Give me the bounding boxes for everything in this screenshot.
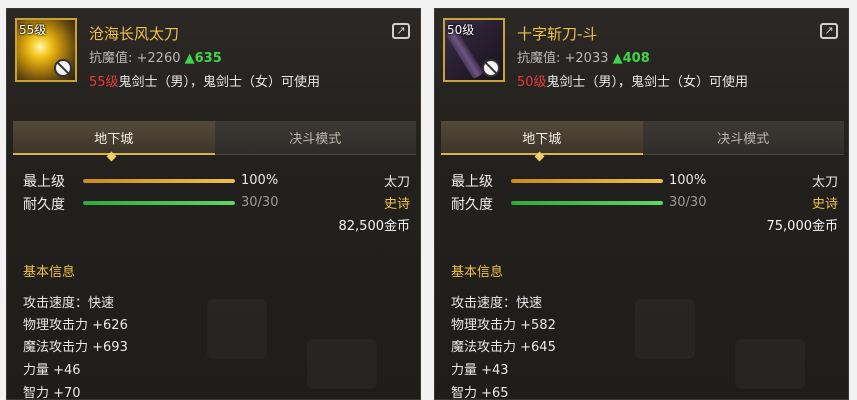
info-line: 攻击速度：快速 bbox=[23, 296, 115, 311]
item-icon: 50级 bbox=[443, 18, 505, 82]
price: 82,500金币 bbox=[338, 219, 411, 234]
max-level-bar-fill bbox=[511, 179, 663, 183]
bg-texture bbox=[207, 299, 267, 359]
usable-by: 55级鬼剑士（男），鬼剑士（女）可使用 bbox=[89, 71, 320, 90]
item-tooltip-right: 50级 十字斩刀-斗 抗魔值: +2033 ▲408 50级鬼剑士（男），鬼剑士… bbox=[434, 8, 849, 400]
no-entry-icon bbox=[482, 59, 500, 77]
rarity: 史诗 bbox=[811, 197, 838, 212]
resist-increase: ▲635 bbox=[184, 51, 222, 66]
durability-value: 30/30 bbox=[669, 195, 707, 210]
durability-bar bbox=[83, 201, 235, 205]
durability-bar bbox=[511, 201, 663, 205]
level-badge: 55级 bbox=[19, 23, 47, 37]
durability-label: 耐久度 bbox=[451, 197, 493, 213]
max-level-bar bbox=[511, 179, 663, 183]
usable-text: 鬼剑士（男），鬼剑士（女）可使用 bbox=[546, 75, 749, 90]
max-level-bar-fill bbox=[83, 179, 235, 183]
info-line: 力量 +46 bbox=[23, 363, 81, 378]
required-level: 55级 bbox=[89, 75, 119, 90]
section-title-basic-info: 基本信息 bbox=[451, 265, 504, 280]
usable-text: 鬼剑士（男），鬼剑士（女）可使用 bbox=[118, 75, 321, 90]
level-badge: 50级 bbox=[447, 23, 475, 37]
usable-by: 50级鬼剑士（男），鬼剑士（女）可使用 bbox=[517, 71, 748, 90]
tab-dungeon[interactable]: 地下城 bbox=[441, 121, 643, 155]
resist-label: 抗魔值: +2033 bbox=[517, 51, 609, 66]
resist-label: 抗魔值: +2260 bbox=[89, 51, 181, 66]
resist-value: 抗魔值: +2260 ▲635 bbox=[89, 47, 222, 66]
rarity: 史诗 bbox=[383, 197, 410, 212]
mode-tabs: 地下城 决斗模式 bbox=[441, 121, 844, 155]
tab-dungeon[interactable]: 地下城 bbox=[13, 121, 215, 155]
info-line: 物理攻击力 +582 bbox=[451, 318, 556, 333]
max-level-bar bbox=[83, 179, 235, 183]
tab-duel[interactable]: 决斗模式 bbox=[642, 121, 844, 155]
info-line: 魔法攻击力 +645 bbox=[451, 340, 556, 355]
info-line: 攻击速度：快速 bbox=[451, 296, 543, 311]
item-icon: 55级 bbox=[15, 18, 77, 82]
durability-value: 30/30 bbox=[241, 195, 279, 210]
durability-label: 耐久度 bbox=[23, 197, 65, 213]
resist-increase: ▲408 bbox=[612, 51, 650, 66]
bg-texture bbox=[307, 339, 377, 389]
info-line: 物理攻击力 +626 bbox=[23, 318, 128, 333]
section-title-basic-info: 基本信息 bbox=[23, 265, 76, 280]
max-level-value: 100% bbox=[241, 173, 279, 188]
max-level-label: 最上级 bbox=[23, 174, 65, 190]
tab-duel[interactable]: 决斗模式 bbox=[214, 121, 416, 155]
bg-texture bbox=[735, 339, 805, 389]
required-level: 50级 bbox=[517, 75, 547, 90]
max-level-value: 100% bbox=[669, 173, 707, 188]
info-line: 智力 +70 bbox=[23, 386, 81, 400]
share-icon[interactable]: ↗ bbox=[392, 23, 410, 39]
mode-tabs: 地下城 决斗模式 bbox=[13, 121, 416, 155]
info-line: 魔法攻击力 +693 bbox=[23, 340, 128, 355]
info-line: 智力 +65 bbox=[451, 386, 509, 400]
max-level-label: 最上级 bbox=[451, 174, 493, 190]
bg-texture bbox=[635, 299, 695, 359]
weapon-type: 太刀 bbox=[811, 175, 838, 190]
item-name: 沧海长风太刀 bbox=[89, 25, 180, 43]
weapon-type: 太刀 bbox=[383, 175, 410, 190]
price: 75,000金币 bbox=[766, 219, 839, 234]
info-line: 力量 +43 bbox=[451, 363, 509, 378]
share-icon[interactable]: ↗ bbox=[820, 23, 838, 39]
resist-value: 抗魔值: +2033 ▲408 bbox=[517, 47, 650, 66]
no-entry-icon bbox=[54, 59, 72, 77]
durability-bar-fill bbox=[83, 201, 235, 205]
item-name: 十字斩刀-斗 bbox=[517, 25, 598, 43]
durability-bar-fill bbox=[511, 201, 663, 205]
item-tooltip-left: 55级 沧海长风太刀 抗魔值: +2260 ▲635 55级鬼剑士（男），鬼剑士… bbox=[6, 8, 421, 400]
